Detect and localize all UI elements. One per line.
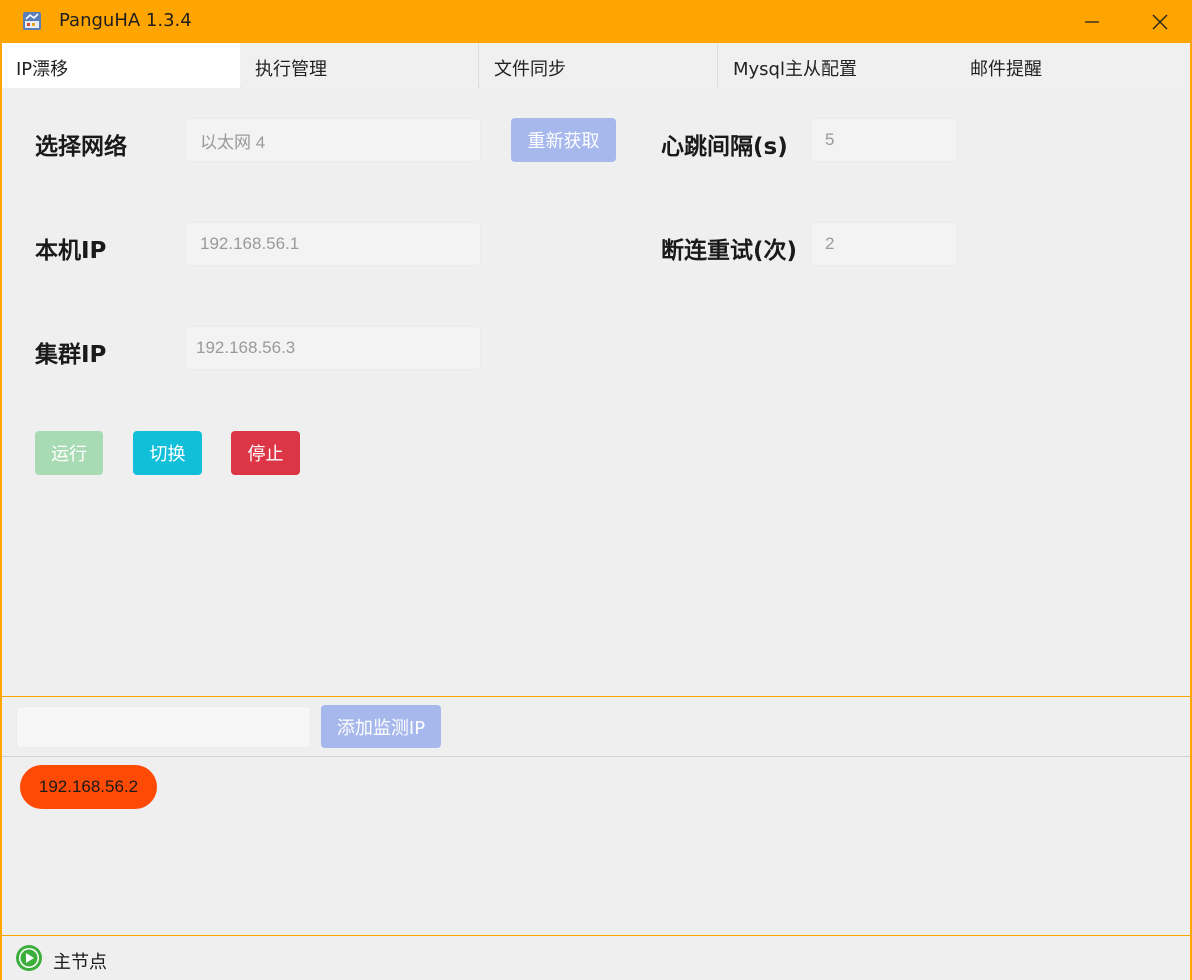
tab-email-alert[interactable]: 邮件提醒 xyxy=(956,43,1190,88)
app-logo-icon xyxy=(23,12,41,30)
network-select[interactable]: 以太网 4 xyxy=(185,118,481,162)
heartbeat-input[interactable]: 5 xyxy=(810,118,958,162)
monitored-ip-chip[interactable]: 192.168.56.2 xyxy=(20,765,157,809)
refresh-button[interactable]: 重新获取 xyxy=(511,118,616,162)
retry-input[interactable]: 2 xyxy=(810,222,958,266)
app-window: PanguHA 1.3.4 IP漂移 执行管理 文件同步 Mysql主从配置 邮… xyxy=(0,0,1192,980)
tab-bar: IP漂移 执行管理 文件同步 Mysql主从配置 邮件提醒 xyxy=(2,43,1190,88)
monitor-ip-input[interactable] xyxy=(16,706,311,748)
switch-button[interactable]: 切换 xyxy=(133,431,202,475)
cluster-ip-value: 192.168.56.3 xyxy=(196,338,296,357)
tab-ip-drift[interactable]: IP漂移 xyxy=(2,43,240,88)
retry-label: 断连重试(次) xyxy=(661,238,798,264)
tab-mysql-replication[interactable]: Mysql主从配置 xyxy=(719,43,957,88)
play-circle-icon xyxy=(16,945,42,971)
network-label: 选择网络 xyxy=(35,134,127,160)
status-divider xyxy=(2,935,1190,936)
close-icon xyxy=(1152,14,1168,29)
local-ip-input[interactable]: 192.168.56.1 xyxy=(185,222,481,266)
app-title: PanguHA 1.3.4 xyxy=(59,10,192,31)
cluster-ip-input[interactable]: 192.168.56.3 xyxy=(185,326,481,370)
local-ip-label: 本机IP xyxy=(35,238,107,264)
minimize-icon xyxy=(1085,20,1099,23)
add-monitor-ip-button[interactable]: 添加监测IP xyxy=(321,705,441,748)
close-button[interactable] xyxy=(1132,0,1188,43)
title-bar[interactable]: PanguHA 1.3.4 xyxy=(2,0,1192,43)
cluster-ip-label: 集群IP xyxy=(35,342,107,368)
heartbeat-value: 5 xyxy=(825,130,835,149)
section-divider xyxy=(2,696,1190,697)
node-role-status: 主节点 xyxy=(53,952,107,973)
retry-value: 2 xyxy=(825,234,835,253)
network-select-value: 以太网 4 xyxy=(200,132,266,152)
heartbeat-label: 心跳间隔(s) xyxy=(661,134,788,160)
stop-button[interactable]: 停止 xyxy=(231,431,300,475)
tab-file-sync[interactable]: 文件同步 xyxy=(480,43,718,88)
minimize-button[interactable] xyxy=(1064,0,1120,43)
status-bar: 主节点 xyxy=(2,937,1190,980)
local-ip-value: 192.168.56.1 xyxy=(200,234,300,253)
monitor-divider xyxy=(2,756,1190,757)
run-button[interactable]: 运行 xyxy=(35,431,103,475)
tab-execution-management[interactable]: 执行管理 xyxy=(241,43,479,88)
